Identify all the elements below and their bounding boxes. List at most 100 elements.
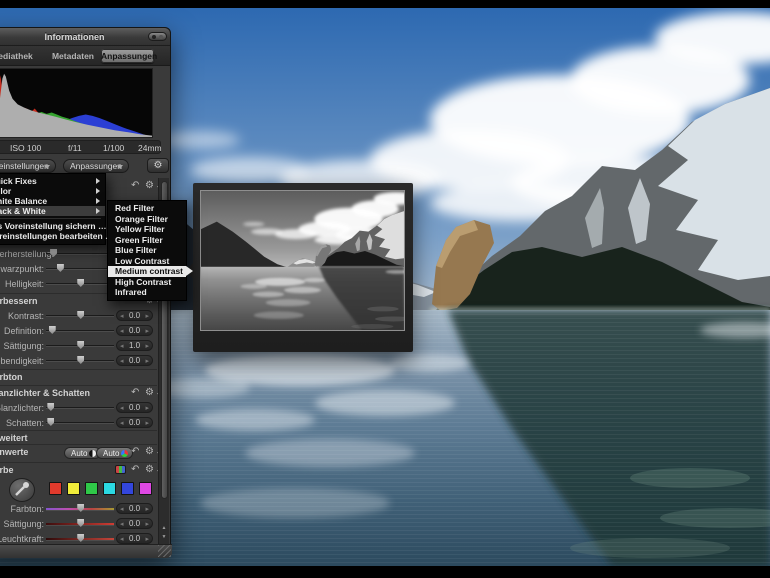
farb-saettigung-value-stepper[interactable]: ◂0.0▸ [116,518,153,529]
swatch-magenta[interactable] [139,482,152,495]
leuchtkraft-slider[interactable] [46,538,114,541]
slider-row-kontrast: Kontrast: ◂0.0▸ [0,308,157,323]
color-section-header: Farbe ↶ ⚙ [0,462,157,476]
panel-titlebar[interactable]: Informationen [0,28,170,46]
leuchtkraft-value-stepper[interactable]: ◂0.0▸ [116,533,153,544]
background-photo-scene [201,191,404,331]
slider-row-definition: Definition: ◂0.0▸ [0,323,157,338]
submenu-item-orange-filter[interactable]: Orange Filter [108,214,186,225]
menu-item-save-preset[interactable]: Als Voreinstellung sichern … [0,221,105,231]
slider-row-schatten: Schatten: ◂0.0▸ [0,415,157,430]
menu-separator [0,218,101,219]
letterbox-bottom [0,566,770,578]
slider-row-saettigung: Sättigung: ◂1.0▸ [0,338,157,353]
kontrast-value-stepper[interactable]: ◂0.0▸ [116,310,153,321]
farb-saettigung-slider[interactable] [46,523,114,526]
histogram [0,68,153,138]
eyedropper-button[interactable] [9,478,35,502]
slider-row-farb-saettigung: Sättigung: ◂0.0▸ [0,516,157,531]
expanded-color-view-icon[interactable] [115,465,126,474]
presets-dropdown[interactable]: Voreinstellungen [0,159,56,173]
submenu-item-red-filter[interactable]: Red Filter [108,203,186,214]
tab-anpassungen[interactable]: Anpassungen [101,49,154,63]
tint-section-header: Farbton [0,369,157,383]
gear-icon[interactable]: ⚙ [145,446,154,457]
definition-value-stepper[interactable]: ◂0.0▸ [116,325,153,336]
menu-item-edit-presets[interactable]: Voreinstellungen bearbeiten … [0,231,105,241]
submenu-item-low-contrast[interactable]: Low Contrast [108,256,186,267]
exif-shutter: 1/100 [103,143,124,153]
preview-image-viewport [200,190,405,331]
panel-tabs: Mediathek Metadaten Anpassungen [0,46,170,66]
schatten-slider[interactable] [46,422,114,424]
presets-menu: Quick Fixes Color White Balance Black & … [0,173,106,245]
kontrast-slider[interactable] [46,315,114,317]
undo-icon[interactable]: ↶ [131,387,139,398]
panel-bottom-bar [0,544,172,558]
exif-iso: ISO 100 [10,143,41,153]
water-ripples [201,267,404,331]
levels-section-header: Tonwerte Auto Auto ↶ ⚙ [0,444,157,458]
farbton-slider[interactable] [46,508,114,511]
gear-icon[interactable]: ⚙ [145,180,154,191]
black-and-white-submenu: Red Filter Orange Filter Yellow Filter G… [107,200,187,301]
saettigung-value-stepper[interactable]: ◂1.0▸ [116,340,153,351]
bw-preview-popover [193,183,413,352]
swatch-blue[interactable] [121,482,134,495]
gear-icon[interactable]: ⚙ [145,464,154,475]
exif-info-bar: ISO 100 f/11 1/100 24mm [0,140,161,154]
submenu-item-high-contrast[interactable]: High Contrast [108,277,186,288]
submenu-item-yellow-filter[interactable]: Yellow Filter [108,224,186,235]
menu-item-quick-fixes[interactable]: Quick Fixes [0,176,105,186]
saettigung-slider[interactable] [46,345,114,347]
chevron-down-icon [117,165,123,169]
submenu-item-medium-contrast[interactable]: Medium contrast [108,266,186,277]
panel-gear-button[interactable]: ⚙ [147,158,169,173]
exif-focal-length: 24mm [138,143,162,153]
menu-item-color[interactable]: Color [0,186,105,196]
slider-row-farbton: Farbton: ◂0.0▸ [0,501,157,516]
swatch-yellow[interactable] [67,482,80,495]
lebendigkeit-value-stepper[interactable]: ◂0.0▸ [116,355,153,366]
farbton-value-stepper[interactable]: ◂0.0▸ [116,503,153,514]
letterbox-top [0,0,770,8]
swatch-cyan[interactable] [103,482,116,495]
undo-icon[interactable]: ↶ [131,464,139,475]
submenu-arrow-icon [96,208,100,214]
exif-aperture: f/11 [68,143,82,153]
tab-metadaten[interactable]: Metadaten [47,49,99,63]
schwarzpunkt-slider[interactable] [46,268,114,270]
submenu-arrow-icon [96,188,100,194]
glanzlichter-value-stepper[interactable]: ◂0.0▸ [116,402,153,413]
advanced-section-header: Erweitert [0,430,157,444]
chevron-down-icon [44,165,50,169]
color-swatch-row [0,478,157,502]
highlights-shadows-section-header: Glanzlichter & Schatten ↶ ⚙ [0,385,157,399]
scrollbar-arrows[interactable]: ▲▼ [158,524,169,544]
undo-icon[interactable]: ↶ [131,446,139,457]
submenu-arrow-icon [96,198,100,204]
submenu-item-infrared[interactable]: Infrared [108,287,186,298]
helligkeit-slider[interactable] [46,283,114,285]
definition-slider[interactable] [46,330,114,332]
resize-grip[interactable] [158,545,171,557]
lebendigkeit-slider[interactable] [46,360,114,362]
menu-item-white-balance[interactable]: White Balance [0,196,105,206]
undo-icon[interactable]: ↶ [131,180,139,191]
submenu-item-blue-filter[interactable]: Blue Filter [108,245,186,256]
window-controls[interactable] [148,32,167,41]
adjustments-dropdown[interactable]: Anpassungen [63,159,129,173]
swatch-green[interactable] [85,482,98,495]
menu-item-black-and-white[interactable]: Black & White [0,206,105,216]
wiederherstellung-slider[interactable] [46,253,114,255]
auto-rgb-button[interactable]: Auto [96,447,133,459]
swatch-red[interactable] [49,482,62,495]
schatten-value-stepper[interactable]: ◂0.0▸ [116,417,153,428]
tab-mediathek[interactable]: Mediathek [0,49,45,63]
glanzlichter-slider[interactable] [46,407,114,409]
submenu-arrow-icon [96,178,100,184]
histogram-luminance [0,74,152,137]
gear-icon[interactable]: ⚙ [145,387,154,398]
slider-row-glanzlichter: Glanzlichter: ◂0.0▸ [0,400,157,415]
submenu-item-green-filter[interactable]: Green Filter [108,235,186,246]
